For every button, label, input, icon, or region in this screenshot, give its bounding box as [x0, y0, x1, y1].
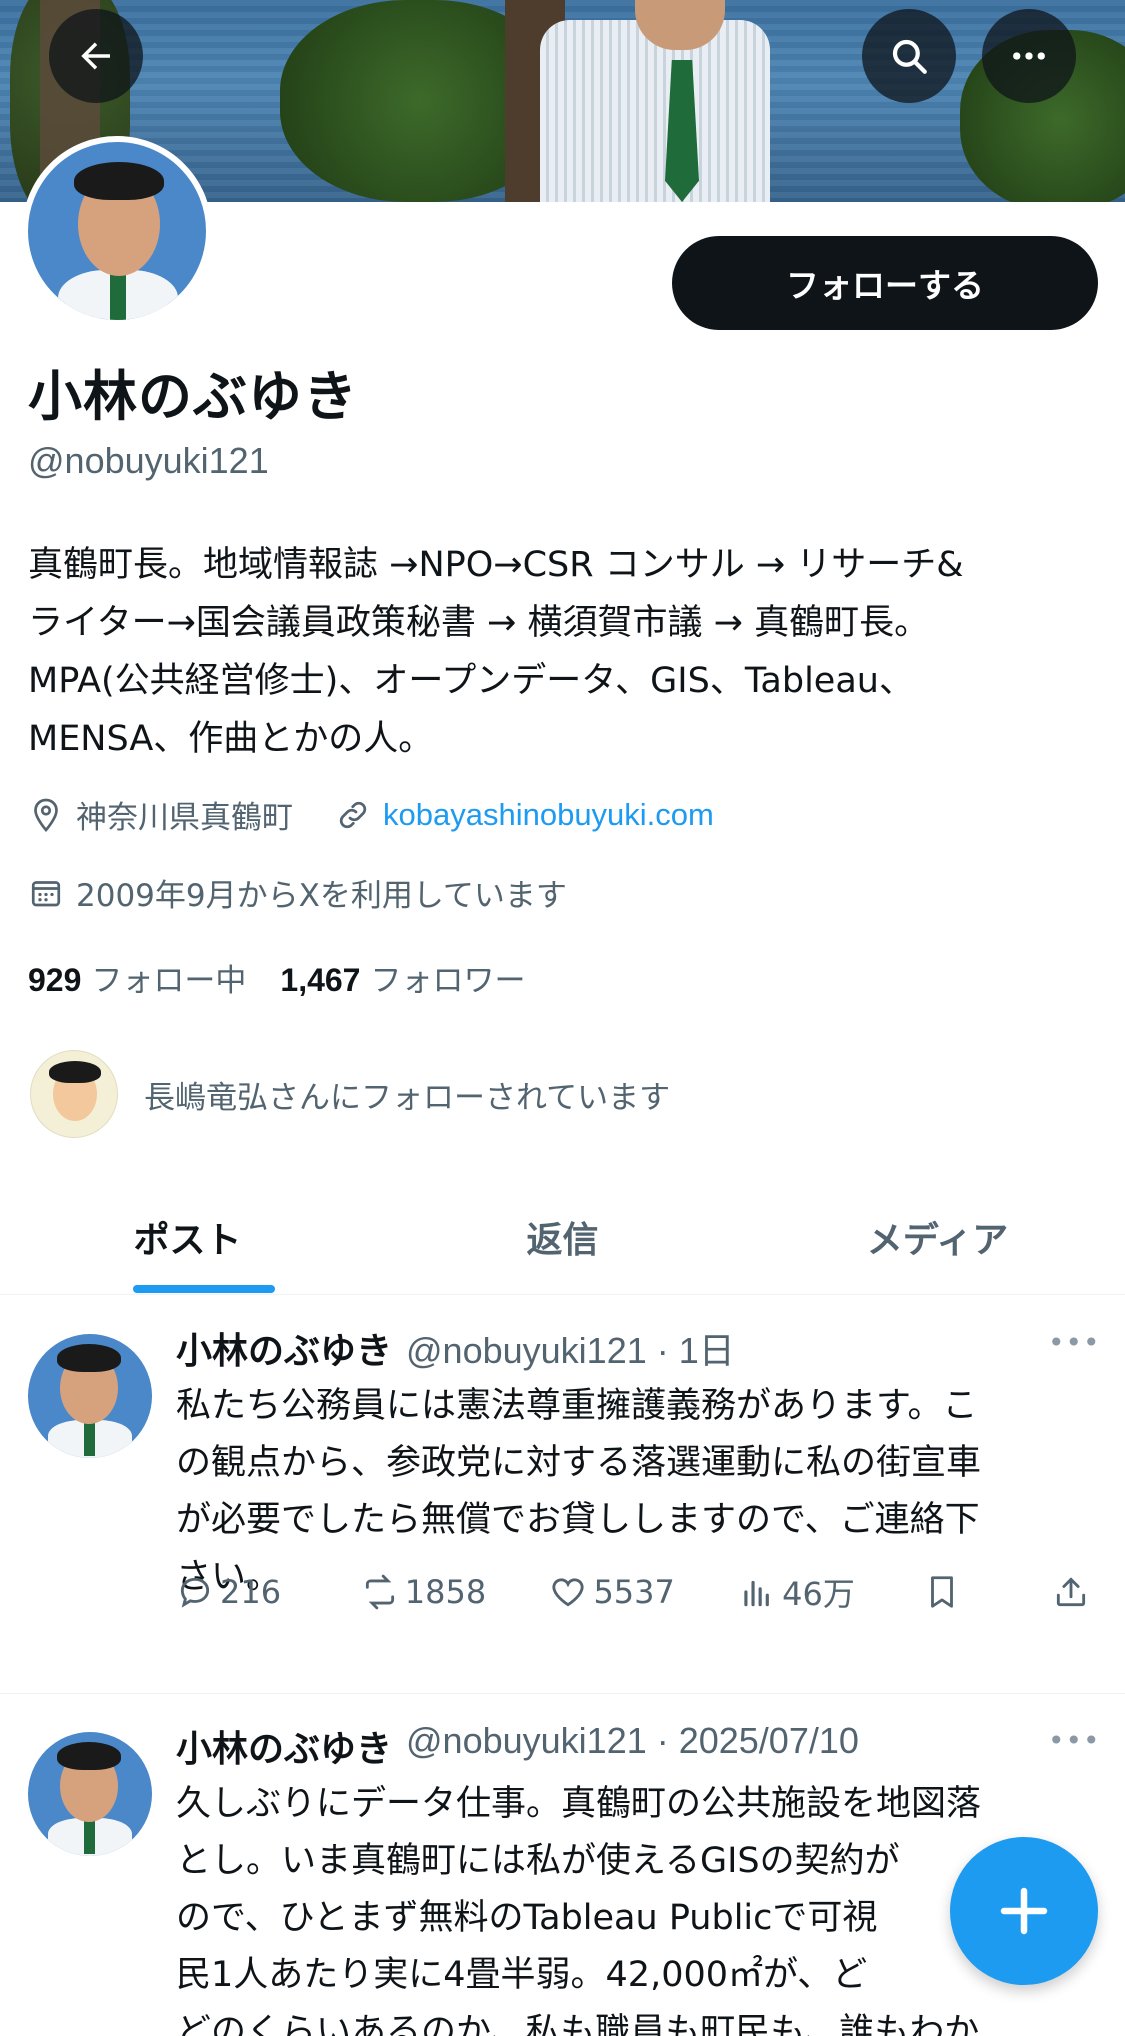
repost-button[interactable]: 1858	[361, 1573, 550, 1611]
profile-name: 小林のぶゆき	[28, 365, 358, 428]
plus-icon	[1000, 1887, 1048, 1935]
share-icon	[1056, 1577, 1086, 1607]
repost-icon	[365, 1574, 394, 1610]
more-button[interactable]	[982, 9, 1076, 103]
post-avatar[interactable]	[28, 1334, 152, 1458]
follow-button[interactable]: フォローする	[672, 236, 1098, 330]
profile-handle: @nobuyuki121	[28, 440, 269, 481]
post-more-icon[interactable]: •••	[1048, 1724, 1100, 1757]
profile-website-link[interactable]: kobayashinobuyuki.com	[383, 797, 714, 833]
avatar-hair	[74, 162, 164, 200]
profile-joined: 2009年9月からXを利用しています	[76, 878, 567, 914]
post-avatar-tie	[84, 1422, 95, 1456]
following-link[interactable]: 929 フォロー中	[28, 955, 246, 1000]
follow-counts: 929 フォロー中 1,467 フォロワー	[28, 955, 559, 1000]
profile-tabs: ポスト 返信 メディア	[0, 1180, 1125, 1295]
compose-button[interactable]	[950, 1837, 1098, 1985]
avatar-tie	[110, 274, 126, 320]
profile-bio: 真鶴町長。地域情報誌 →NPO→CSR コンサル → リサーチ& ライター→国会…	[28, 545, 964, 759]
post-more-icon[interactable]: •••	[1048, 1326, 1100, 1359]
views-icon	[744, 1580, 770, 1607]
follower-avatar-hair	[49, 1061, 101, 1083]
followed-by-row[interactable]: 長嶋竜弘さんにフォローされています	[30, 1050, 670, 1138]
profile-meta-row: 神奈川県真鶴町 kobayashinobuyuki.com	[28, 792, 714, 837]
post-avatar[interactable]	[28, 1732, 152, 1856]
profile-location: 神奈川県真鶴町	[76, 800, 293, 836]
views-count: 46万	[782, 1575, 855, 1613]
like-button[interactable]: 5537	[549, 1573, 738, 1611]
post-meta: @nobuyuki121 · 2025/07/10	[406, 1720, 859, 1761]
post-avatar-hair	[57, 1742, 121, 1770]
post-author-name: 小林のぶゆき	[176, 1331, 393, 1372]
post-item[interactable]: 小林のぶゆき @nobuyuki121 · 1日 ••• 私たち公務員には憲法尊…	[0, 1296, 1125, 1692]
banner-person	[540, 20, 770, 202]
share-button[interactable]	[1052, 1573, 1096, 1611]
more-horizontal-icon	[1013, 52, 1045, 60]
back-button[interactable]	[49, 9, 143, 103]
tab-media[interactable]: メディア	[750, 1180, 1125, 1294]
location-icon	[34, 798, 58, 832]
followers-count: 1,467	[280, 962, 361, 998]
link-icon	[339, 801, 367, 828]
bookmark-button[interactable]	[923, 1573, 1052, 1611]
heart-icon	[552, 1578, 584, 1607]
bookmark-icon	[930, 1576, 953, 1608]
profile-joined-row: 2009年9月からXを利用しています	[28, 870, 567, 915]
reply-button[interactable]: 216	[176, 1573, 361, 1611]
tab-replies[interactable]: 返信	[375, 1180, 750, 1294]
views-button[interactable]: 46万	[738, 1569, 923, 1615]
search-button[interactable]	[862, 9, 956, 103]
search-icon	[892, 39, 927, 74]
post-meta: @nobuyuki121 · 1日	[406, 1330, 735, 1371]
post-author-name: 小林のぶゆき	[176, 1729, 393, 1770]
followed-by-text: 長嶋竜弘さんにフォローされています	[144, 1079, 671, 1116]
followers-link[interactable]: 1,467 フォロワー	[280, 955, 525, 1000]
post-avatar-hair	[57, 1344, 121, 1372]
tab-posts[interactable]: ポスト	[0, 1180, 375, 1294]
arrow-left-icon	[81, 42, 110, 70]
profile-avatar[interactable]	[22, 136, 212, 326]
following-count: 929	[28, 962, 82, 998]
post-header: 小林のぶゆき @nobuyuki121 · 1日	[176, 1322, 735, 1374]
reply-icon	[180, 1577, 210, 1608]
post-avatar-tie	[84, 1820, 95, 1854]
like-count: 5537	[593, 1573, 675, 1611]
following-label: フォロー中	[91, 963, 247, 999]
follower-avatar	[30, 1050, 118, 1138]
post-item[interactable]: 小林のぶゆき @nobuyuki121 · 2025/07/10 ••• 久しぶ…	[0, 1694, 1125, 2036]
calendar-icon	[31, 880, 61, 906]
active-tab-indicator	[133, 1285, 275, 1293]
post-header: 小林のぶゆき @nobuyuki121 · 2025/07/10	[176, 1720, 859, 1772]
post-actions: 216 1858 5537 46万	[176, 1568, 1096, 1616]
reply-count: 216	[220, 1573, 282, 1611]
repost-count: 1858	[404, 1573, 487, 1611]
followers-label: フォロワー	[370, 963, 526, 999]
